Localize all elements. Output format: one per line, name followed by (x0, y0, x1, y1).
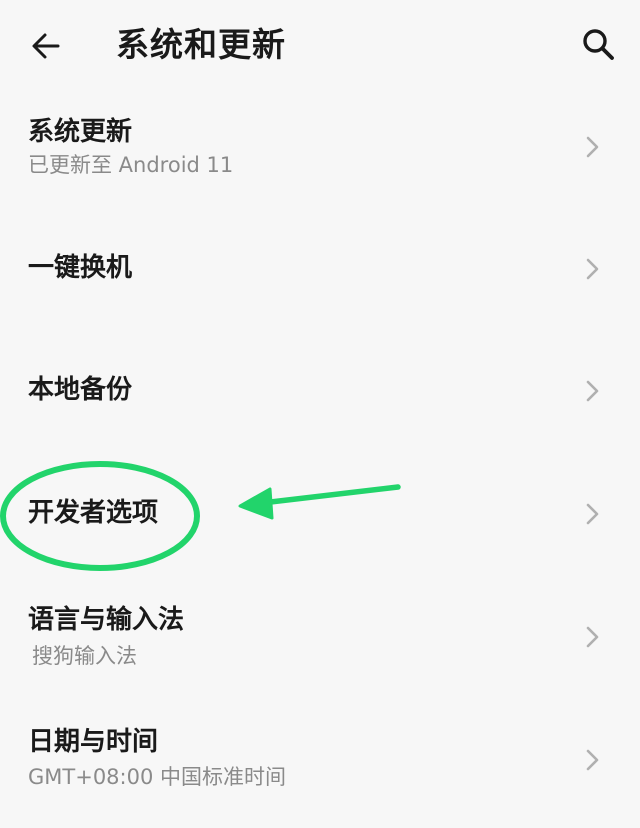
chevron-right-icon (586, 749, 599, 771)
chevron-right-icon (586, 626, 599, 648)
search-icon (583, 29, 614, 60)
settings-item-language-input[interactable]: 语言与输入法 搜狗输入法 (0, 590, 640, 700)
back-button[interactable] (22, 22, 70, 70)
settings-item-date-time[interactable]: 日期与时间 GMT+08:00 中国标准时间 (0, 712, 640, 822)
settings-screen: 系统和更新 系统更新 已更新至 Android 11 一键换机 本地备份 开发者… (0, 0, 640, 828)
search-button[interactable] (572, 20, 624, 68)
arrow-left-icon (32, 33, 60, 59)
chevron-right-icon (586, 380, 599, 402)
settings-item-subtitle: 搜狗输入法 (32, 644, 137, 668)
settings-item-title: 开发者选项 (28, 498, 159, 528)
settings-item-title: 日期与时间 (28, 727, 159, 757)
settings-item-title: 系统更新 (28, 117, 133, 147)
chevron-right-icon (586, 258, 599, 280)
settings-item-developer-options[interactable]: 开发者选项 (0, 465, 640, 565)
settings-item-title: 本地备份 (28, 375, 133, 405)
settings-item-title: 语言与输入法 (28, 605, 185, 635)
page-title: 系统和更新 (116, 25, 286, 64)
settings-item-subtitle: 已更新至 Android 11 (28, 153, 234, 177)
chevron-right-icon (586, 503, 599, 525)
settings-item-local-backup[interactable]: 本地备份 (0, 342, 640, 442)
app-bar: 系统和更新 (0, 0, 640, 90)
settings-item-subtitle: GMT+08:00 中国标准时间 (28, 765, 287, 789)
chevron-right-icon (586, 136, 599, 158)
settings-item-phone-clone[interactable]: 一键换机 (0, 220, 640, 320)
settings-item-system-update[interactable]: 系统更新 已更新至 Android 11 (0, 110, 640, 220)
settings-item-title: 一键换机 (28, 253, 133, 283)
